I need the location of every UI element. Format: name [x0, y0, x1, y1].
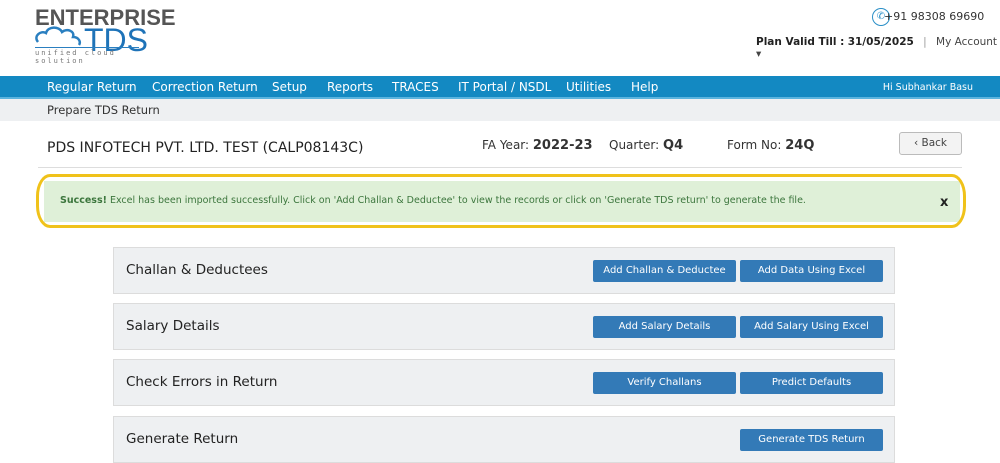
nav-regular-return[interactable]: Regular Return	[47, 80, 137, 94]
back-label: Back	[921, 137, 948, 149]
form-no-label: Form No:	[727, 138, 782, 152]
breadcrumb-current: Prepare TDS Return	[47, 103, 160, 117]
nav-setup[interactable]: Setup	[272, 80, 307, 94]
form-no: Form No: 24Q	[727, 138, 814, 153]
divider	[38, 167, 962, 168]
panel-check-errors: Check Errors in Return Verify Challans P…	[113, 359, 895, 406]
fa-year-value: 2022-23	[532, 138, 593, 153]
verify-challans-button[interactable]: Verify Challans	[593, 372, 736, 394]
panel-title: Check Errors in Return	[126, 374, 278, 390]
panel-title: Generate Return	[126, 431, 239, 447]
add-data-excel-button[interactable]: Add Data Using Excel	[740, 260, 883, 282]
quarter-value: Q4	[663, 138, 684, 153]
company-name: PDS INFOTECH PVT. LTD. TEST (CALP08143C)	[47, 140, 364, 156]
breadcrumb: Prepare TDS Return	[0, 99, 1000, 121]
predict-defaults-button[interactable]: Predict Defaults	[740, 372, 883, 394]
panel-title: Challan & Deductees	[126, 262, 268, 278]
form-no-value: 24Q	[785, 138, 815, 153]
fa-year-label: FA Year:	[482, 138, 530, 152]
panel-generate-return: Generate Return Generate TDS Return	[113, 416, 895, 463]
plan-label: Plan Valid Till :	[756, 36, 845, 48]
plan-validity: Plan Valid Till : 31/05/2025 | My Accoun…	[756, 36, 1000, 60]
back-button[interactable]: ‹ Back	[899, 132, 962, 155]
logo-tagline: unified cloud solution	[35, 47, 139, 65]
generate-tds-return-button[interactable]: Generate TDS Return	[740, 429, 883, 451]
quarter-label: Quarter:	[609, 138, 660, 152]
panel-challan-deductees: Challan & Deductees Add Challan & Deduct…	[113, 247, 895, 294]
nav-it-portal[interactable]: IT Portal / NSDL	[458, 80, 551, 94]
user-greeting: Hi Subhankar Basu	[882, 82, 973, 93]
fa-year: FA Year: 2022-23	[482, 138, 593, 153]
panel-title: Salary Details	[126, 318, 220, 334]
separator: |	[923, 36, 927, 48]
nav-correction-return[interactable]: Correction Return	[152, 80, 258, 94]
highlight-ring	[36, 174, 966, 228]
add-salary-details-button[interactable]: Add Salary Details	[593, 316, 736, 338]
add-salary-excel-button[interactable]: Add Salary Using Excel	[740, 316, 883, 338]
cloud-logo-icon	[35, 26, 81, 46]
nav-traces[interactable]: TRACES	[392, 80, 439, 94]
nav-utilities[interactable]: Utilities	[566, 80, 611, 94]
phone-number: +91 98308 69690	[884, 10, 985, 23]
plan-date: 31/05/2025	[847, 36, 914, 48]
main-nav: Regular Return Correction Return Setup R…	[0, 76, 1000, 99]
add-challan-deductee-button[interactable]: Add Challan & Deductee	[593, 260, 736, 282]
chevron-left-icon: ‹	[913, 137, 922, 149]
nav-reports[interactable]: Reports	[327, 80, 373, 94]
panel-salary-details: Salary Details Add Salary Details Add Sa…	[113, 303, 895, 350]
quarter: Quarter: Q4	[609, 138, 683, 153]
nav-help[interactable]: Help	[631, 80, 658, 94]
close-alert-button[interactable]: x	[940, 195, 948, 210]
